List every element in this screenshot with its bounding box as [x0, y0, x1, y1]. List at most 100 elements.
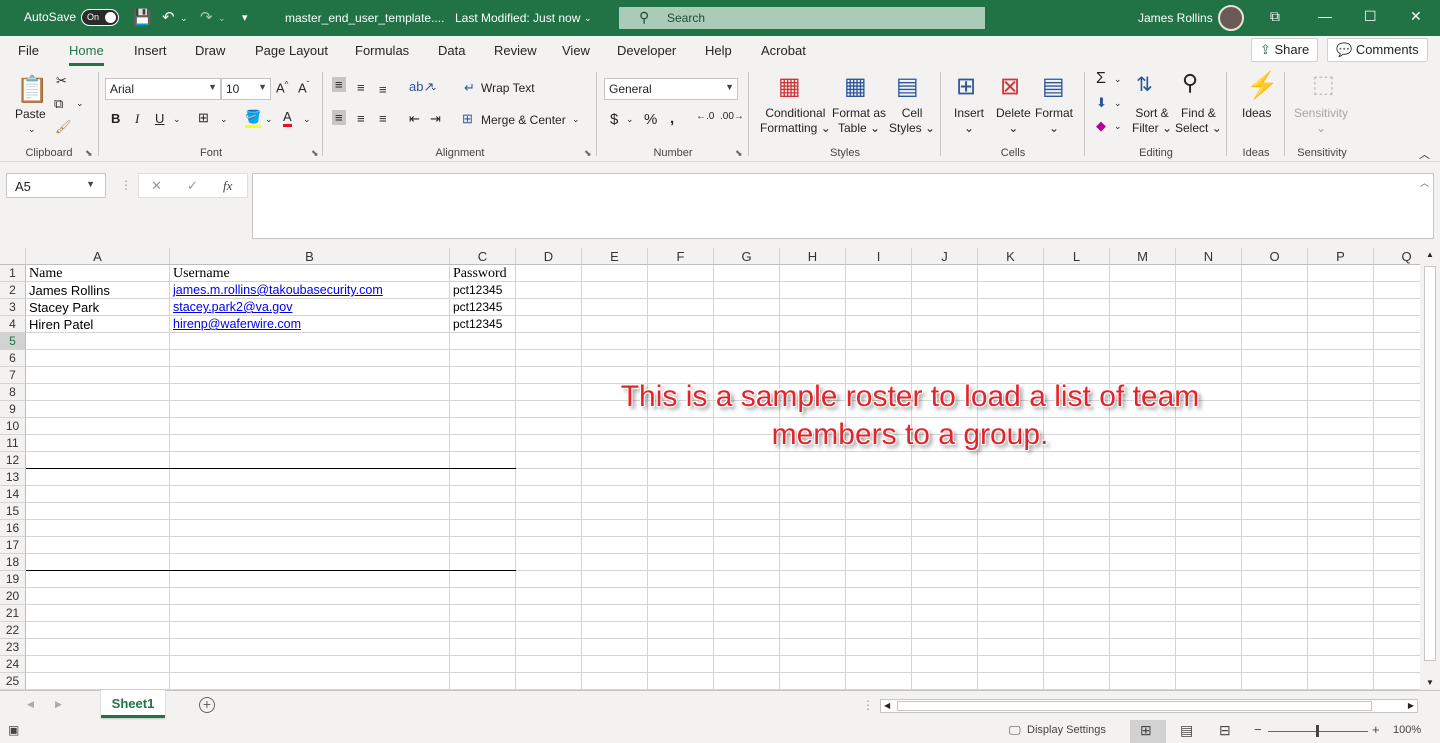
scroll-right-icon[interactable]: ▶ [1408, 701, 1414, 710]
comma-icon[interactable]: , [670, 110, 674, 127]
add-sheet-icon[interactable]: + [199, 697, 215, 713]
autosum-dropdown-icon[interactable]: ⌄ [1114, 74, 1122, 85]
insert-function-icon[interactable]: fx [223, 178, 232, 194]
comments-button[interactable]: 💬 Comments [1327, 38, 1428, 62]
next-sheet-icon[interactable]: ▶ [55, 699, 62, 710]
row-header-12[interactable]: 12 [0, 452, 26, 469]
row-header-21[interactable]: 21 [0, 605, 26, 622]
display-settings-icon[interactable]: 🖵 [1009, 723, 1021, 738]
currency-dropdown-icon[interactable]: ⌄ [626, 114, 634, 125]
autosum-icon[interactable]: Σ [1096, 70, 1106, 88]
zoom-level[interactable]: 100% [1393, 724, 1421, 736]
page-break-view-icon[interactable]: ⊟ [1219, 722, 1231, 739]
row-header-16[interactable]: 16 [0, 520, 26, 537]
cell-c4[interactable]: pct12345 [450, 316, 502, 333]
scroll-up-icon[interactable]: ▲ [1426, 250, 1434, 259]
tab-acrobat[interactable]: Acrobat [761, 43, 806, 58]
formula-input[interactable]: ︿ [252, 173, 1434, 239]
italic-button[interactable]: I [135, 111, 139, 127]
row-header-24[interactable]: 24 [0, 656, 26, 673]
customize-toolbar-icon[interactable]: ▾ [242, 11, 248, 24]
vertical-scrollbar[interactable]: ▲ ▼ [1420, 248, 1440, 690]
column-header-n[interactable]: N [1176, 248, 1242, 265]
user-name[interactable]: James Rollins [1138, 11, 1213, 25]
font-launcher-icon[interactable]: ⬊ [311, 148, 319, 159]
cell-a3[interactable]: Stacey Park [26, 299, 99, 316]
font-size-select[interactable]: 10 ▼ [221, 78, 271, 100]
row-header-10[interactable]: 10 [0, 418, 26, 435]
number-format-select[interactable]: General ▼ [604, 78, 738, 100]
top-align-icon[interactable]: ≡ [332, 77, 346, 92]
tab-view[interactable]: View [562, 43, 590, 58]
cell-b4[interactable]: hirenp@waferwire.com [170, 316, 301, 333]
row-header-25[interactable]: 25 [0, 673, 26, 690]
row-header-9[interactable]: 9 [0, 401, 26, 418]
row-header-20[interactable]: 20 [0, 588, 26, 605]
underline-dropdown-icon[interactable]: ⌄ [173, 114, 181, 125]
borders-dropdown-icon[interactable]: ⌄ [220, 114, 228, 125]
sheet-tab-sheet1[interactable]: Sheet1 [101, 690, 165, 718]
paste-icon[interactable]: 📋 [16, 74, 48, 105]
row-header-8[interactable]: 8 [0, 384, 26, 401]
tab-developer[interactable]: Developer [617, 43, 676, 58]
format-painter-icon[interactable]: 🖌 [55, 119, 72, 135]
zoom-slider-knob[interactable] [1316, 725, 1319, 737]
save-icon[interactable]: 💾 [133, 8, 152, 26]
tab-draw[interactable]: Draw [195, 43, 225, 58]
avatar[interactable] [1218, 5, 1244, 31]
close-icon[interactable]: ✕ [1410, 8, 1422, 25]
column-header-f[interactable]: F [648, 248, 714, 265]
column-header-j[interactable]: J [912, 248, 978, 265]
increase-indent-icon[interactable]: ⇥ [430, 111, 441, 127]
name-box[interactable]: A5 ▼ [6, 173, 106, 198]
decrease-indent-icon[interactable]: ⇤ [409, 111, 420, 127]
tab-file[interactable]: File [18, 43, 39, 58]
select-all-corner[interactable] [0, 248, 26, 265]
cell-styles-button[interactable]: Cell Styles ⌄ [889, 106, 935, 136]
column-header-l[interactable]: L [1044, 248, 1110, 265]
middle-align-icon[interactable]: ≡ [357, 80, 365, 95]
format-cells-button[interactable]: Format ⌄ [1035, 106, 1073, 136]
cell-c2[interactable]: pct12345 [450, 282, 502, 299]
ideas-button[interactable]: Ideas [1242, 106, 1271, 121]
find-select-button[interactable]: Find & Select ⌄ [1175, 106, 1222, 136]
decrease-decimal-icon[interactable]: .00→ [720, 111, 744, 122]
row-header-23[interactable]: 23 [0, 639, 26, 656]
vertical-scroll-thumb[interactable] [1424, 266, 1436, 661]
redo-dropdown-icon[interactable]: ⌄ [218, 13, 226, 24]
row-header-13[interactable]: 13 [0, 469, 26, 486]
cell-c3[interactable]: pct12345 [450, 299, 502, 316]
prev-sheet-icon[interactable]: ◀ [27, 699, 34, 710]
row-header-6[interactable]: 6 [0, 350, 26, 367]
font-color-icon[interactable]: A [283, 109, 292, 127]
fill-dropdown-icon[interactable]: ⌄ [1114, 98, 1122, 109]
column-header-d[interactable]: D [516, 248, 582, 265]
search-box[interactable]: ⚲ Search [619, 7, 985, 29]
fill-color-dropdown-icon[interactable]: ⌄ [265, 114, 273, 125]
enter-icon[interactable]: ✓ [187, 178, 198, 194]
column-header-m[interactable]: M [1110, 248, 1176, 265]
merge-dropdown-icon[interactable]: ⌄ [572, 114, 580, 125]
clipboard-launcher-icon[interactable]: ⬊ [85, 148, 93, 159]
sort-filter-button[interactable]: Sort & Filter ⌄ [1132, 106, 1172, 136]
column-header-o[interactable]: O [1242, 248, 1308, 265]
delete-cells-button[interactable]: Delete ⌄ [996, 106, 1031, 136]
column-header-b[interactable]: B [170, 248, 450, 265]
row-header-18[interactable]: 18 [0, 554, 26, 571]
column-header-k[interactable]: K [978, 248, 1044, 265]
cell-a2[interactable]: James Rollins [26, 282, 110, 299]
align-center-icon[interactable]: ≡ [357, 111, 365, 126]
last-modified-dropdown-icon[interactable]: ⌄ [584, 13, 592, 24]
align-left-icon[interactable]: ≡ [332, 110, 346, 125]
row-header-1[interactable]: 1 [0, 265, 26, 282]
ribbon-display-options-icon[interactable]: ⧉ [1270, 8, 1280, 25]
spreadsheet-grid[interactable]: A B C D E F G H I J K L M N O P Q 123456… [0, 248, 1420, 690]
font-color-dropdown-icon[interactable]: ⌄ [303, 114, 311, 125]
bottom-align-icon[interactable]: ≡ [379, 82, 387, 97]
align-right-icon[interactable]: ≡ [379, 111, 387, 126]
clear-dropdown-icon[interactable]: ⌄ [1114, 121, 1122, 132]
fill-color-icon[interactable]: 🪣 [245, 109, 262, 128]
tab-formulas[interactable]: Formulas [355, 43, 409, 58]
zoom-out-icon[interactable]: − [1254, 722, 1262, 737]
column-header-c[interactable]: C [450, 248, 516, 265]
